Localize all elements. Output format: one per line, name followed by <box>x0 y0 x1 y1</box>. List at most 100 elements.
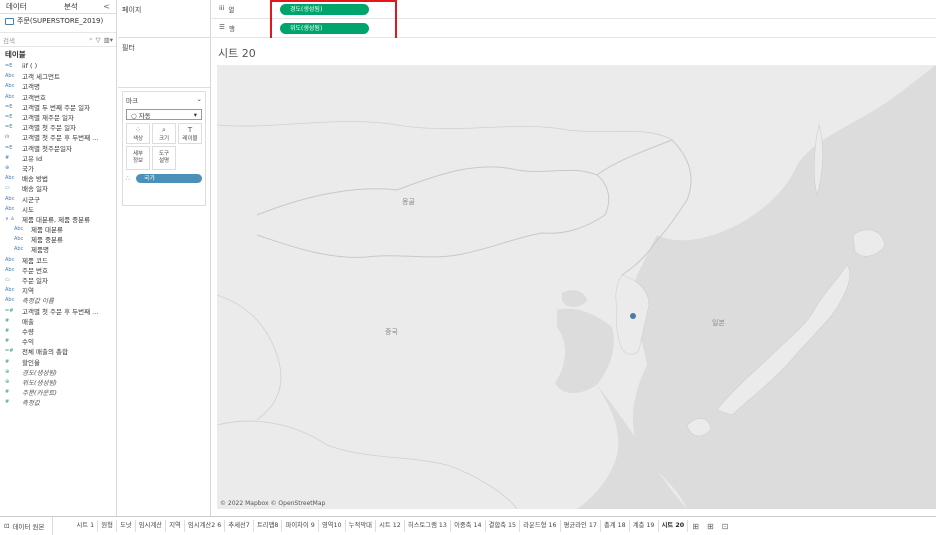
field-item[interactable]: # 매출 <box>0 316 116 326</box>
field-name: 고객번호 <box>22 93 46 102</box>
field-item[interactable]: # 주문(카운트) <box>0 387 116 397</box>
sheet-tab[interactable]: 히스토그램 13 <box>405 520 451 532</box>
columns-shelf[interactable]: iii 열 경도(생성됨) <box>212 0 936 19</box>
columns-pill-longitude[interactable]: 경도(생성됨) <box>280 3 369 15</box>
field-item[interactable]: ılı 고객별 첫 주문 후 두번째 ... <box>0 132 116 142</box>
search-input[interactable]: 검색 ⌕ <box>3 35 93 45</box>
sheet-tab[interactable]: 도넛 <box>117 520 136 532</box>
field-item[interactable]: Abc 고객 세그먼트 <box>0 71 116 81</box>
sheet-tab[interactable]: 임시계산 <box>136 520 167 532</box>
field-name: 경도(생성됨) <box>22 368 57 377</box>
sheet-tab[interactable]: 총계 18 <box>601 520 630 532</box>
field-type-icon: Abc <box>5 297 15 304</box>
tab-analysis[interactable]: 분석 <box>58 0 84 13</box>
field-name: 고객별 첫 주문 후 두번째 ... <box>22 134 99 143</box>
map-attribution[interactable]: © 2022 Mapbox © OpenStreetMap <box>220 500 325 507</box>
detail-button[interactable]: 세부 정보 <box>126 146 150 170</box>
field-item[interactable]: =E 고객별 첫 주문 일자 <box>0 122 116 132</box>
field-type-icon: Abc <box>5 266 15 273</box>
sheet-tab[interactable]: 결합축 15 <box>486 520 521 532</box>
field-item[interactable]: Abc 측정값 이름 <box>0 295 116 305</box>
mark-type-icon: ○ <box>131 111 139 120</box>
field-item[interactable]: =# 전체 매출의 총합 <box>0 346 116 356</box>
sheet-tab[interactable]: 영역10 <box>319 520 346 532</box>
rows-pill-latitude[interactable]: 위도(생성됨) <box>280 22 369 34</box>
new-worksheet-icon[interactable]: ⊞ <box>688 522 703 531</box>
map[interactable]: 몽골 중국 일본 © 2022 Mapbox © OpenStreetMap <box>217 65 936 509</box>
datasource-item[interactable]: 주문(SUPERSTORE_2019) <box>0 14 116 28</box>
field-item[interactable]: Abc 고객번호 <box>0 92 116 102</box>
rows-icon: ☰ <box>219 23 225 31</box>
field-type-icon: # <box>5 358 10 365</box>
pages-card[interactable]: 페이지 <box>118 0 210 38</box>
field-item[interactable]: Abc 지역 <box>0 285 116 295</box>
sheet-title[interactable]: 시트 20 <box>212 38 936 65</box>
field-item[interactable]: ▭ 주문 일자 <box>0 275 116 285</box>
tooltip-button[interactable]: 도구 설명 <box>152 146 176 170</box>
field-item[interactable]: Abc 주문 번호 <box>0 265 116 275</box>
sheet-tab[interactable]: 평균라인 17 <box>561 520 601 532</box>
sheet-tab[interactable]: 계층 19 <box>630 520 659 532</box>
field-item[interactable]: # 고유 Id <box>0 153 116 163</box>
tab-data[interactable]: 데이터 <box>0 0 58 13</box>
field-item[interactable]: =E iif ( ) <box>0 61 116 71</box>
field-type-icon: Abc <box>14 226 24 233</box>
field-item[interactable]: Abc 배송 방법 <box>0 173 116 183</box>
sheet-tab[interactable]: 라운드형 16 <box>520 520 561 532</box>
view-options-icon[interactable]: ▥▾ <box>104 36 113 44</box>
field-name: 고객명 <box>22 83 40 92</box>
field-item[interactable]: # 수익 <box>0 336 116 346</box>
marks-menu-icon[interactable]: ⌄ <box>197 95 202 105</box>
field-type-icon: Abc <box>5 93 15 100</box>
field-item[interactable]: ⊕ 위도(생성됨) <box>0 377 116 387</box>
field-item[interactable]: ⊕ 국가 <box>0 163 116 173</box>
field-item[interactable]: Abc 시도 <box>0 204 116 214</box>
sheet-tab[interactable]: 추세선7 <box>225 520 254 532</box>
field-item[interactable]: =E 고객별 첫주문일자 <box>0 143 116 153</box>
field-item[interactable]: =E 고객별 재주문 일자 <box>0 112 116 122</box>
field-item[interactable]: =E 고객별 두 번째 주문 일자 <box>0 102 116 112</box>
datasource-tab[interactable]: ⊡ 데이터 원본 <box>0 517 54 535</box>
new-story-icon[interactable]: ⊡ <box>718 522 733 531</box>
bohai-sea <box>562 290 587 307</box>
size-button[interactable]: ⌕ 크기 <box>152 123 176 144</box>
sheet-tab[interactable]: 시트 1 <box>73 520 99 532</box>
new-dashboard-icon[interactable]: ⊞ <box>703 522 718 531</box>
sheet-tab[interactable]: 파이차이 9 <box>282 520 319 532</box>
mark-type-select[interactable]: ○ 자동 ▾ <box>126 109 202 120</box>
field-item[interactable]: Abc 시군구 <box>0 193 116 204</box>
field-item[interactable]: Abc 제품 코드 <box>0 255 116 265</box>
filters-card[interactable]: 필터 <box>118 38 210 88</box>
field-item[interactable]: ∨ ♙ 제품 대분류, 제품 중분류 <box>0 214 116 224</box>
sheet-tab[interactable]: 임시계산2 6 <box>185 520 226 532</box>
field-item[interactable]: Abc 제품 중분류 <box>0 234 116 244</box>
sheet-tab[interactable]: 지역 <box>166 520 185 532</box>
sheet-tab[interactable]: 이중축 14 <box>451 520 486 532</box>
sheet-tab[interactable]: 트리맵8 <box>254 520 283 532</box>
field-item[interactable]: ⊕ 경도(생성됨) <box>0 367 116 377</box>
field-item[interactable]: Abc 제품명 <box>0 244 116 254</box>
field-item[interactable]: # 측정값 <box>0 397 116 407</box>
sheet-tab[interactable]: 시트 20 <box>658 520 689 532</box>
sheet-tab[interactable]: 누적막대 <box>346 520 377 532</box>
field-item[interactable]: # 수량 <box>0 326 116 336</box>
field-type-icon: =# <box>5 348 14 355</box>
field-item[interactable]: =# 고객별 첫 주문 후 두번째 ... <box>0 306 116 316</box>
search-icon: ⌕ <box>88 35 93 43</box>
field-type-icon: ılı <box>5 134 10 141</box>
label-button[interactable]: T 레이블 <box>178 123 202 144</box>
field-item[interactable]: # 할인율 <box>0 356 116 367</box>
field-item[interactable]: ▭ 배송 일자 <box>0 183 116 193</box>
filter-icon[interactable]: ▽ <box>96 36 101 44</box>
rows-shelf[interactable]: ☰ 행 위도(생성됨) <box>212 19 936 38</box>
sheet-tab[interactable]: 원형 <box>98 520 117 532</box>
datasource-tab-icon: ⊡ <box>4 522 10 530</box>
detail-pill-country[interactable]: 국가 <box>136 174 202 183</box>
sheet-tab-bar: ⊡ 데이터 원본 시트 1 원형 도넛 임시계산 지역 임시계산2 6 추세선7 트리맵8 파이차… <box>0 516 936 535</box>
field-item[interactable]: Abc 제품 대분류 <box>0 224 116 234</box>
color-button[interactable]: ⁘ 색상 <box>126 123 150 144</box>
field-item[interactable]: Abc 고객명 <box>0 81 116 91</box>
sheet-tab[interactable]: 시트 12 <box>376 520 405 532</box>
collapse-pane-icon[interactable]: < <box>103 2 116 11</box>
field-name: 고객별 첫 주문 일자 <box>22 124 77 133</box>
